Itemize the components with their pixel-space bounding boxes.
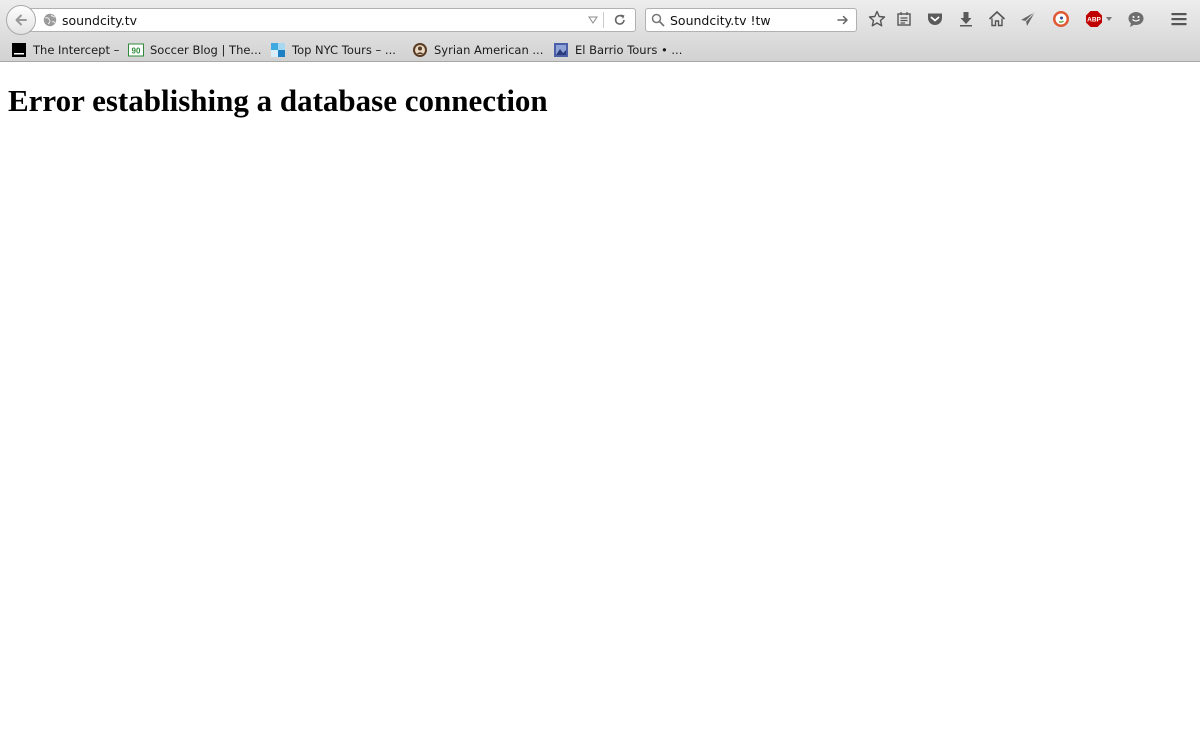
search-input[interactable]: Soundcity.tv !tw (670, 13, 771, 28)
duckduckgo-icon[interactable] (1052, 10, 1070, 28)
urlbar-separator (603, 12, 604, 28)
error-heading: Error establishing a database connection (8, 83, 548, 118)
hamburger-menu-icon[interactable] (1170, 10, 1188, 28)
search-go-arrow-icon[interactable] (836, 13, 850, 27)
adblock-plus-button[interactable]: ABP (1085, 10, 1115, 28)
bookmark-soccer-blog[interactable]: 90 Soccer Blog | The... (128, 41, 261, 59)
svg-text:90: 90 (132, 47, 141, 56)
bookmark-label: Syrian American ... (434, 43, 544, 57)
bookmark-label: El Barrio Tours • ... (575, 43, 683, 57)
bookmark-label: Top NYC Tours – ... (292, 43, 396, 57)
url-bar[interactable]: soundcity.tv (28, 8, 636, 32)
page-content: Error establishing a database connection (0, 63, 1200, 742)
abp-label: ABP (1087, 17, 1101, 24)
reading-list-icon[interactable] (895, 10, 913, 28)
reload-icon[interactable] (612, 12, 628, 28)
back-arrow-icon (15, 14, 27, 26)
bookmark-label: Soccer Blog | The... (150, 43, 262, 57)
nyc-favicon-icon (271, 43, 285, 57)
bookmark-el-barrio-tours[interactable]: El Barrio Tours • ... (553, 41, 682, 59)
search-icon (651, 13, 665, 27)
home-icon[interactable] (988, 10, 1006, 28)
intercept-favicon-icon (12, 43, 26, 57)
el-barrio-favicon-icon (554, 43, 568, 57)
search-bar[interactable]: Soundcity.tv !tw (645, 8, 857, 32)
url-text[interactable]: soundcity.tv (62, 13, 137, 28)
bookmark-top-nyc-tours[interactable]: Top NYC Tours – ... (270, 41, 396, 59)
navigation-toolbar: soundcity.tv Soundcity.tv !tw ABP (0, 0, 1200, 38)
pocket-icon[interactable] (926, 10, 944, 28)
back-button[interactable] (6, 5, 36, 35)
download-icon[interactable] (957, 10, 975, 28)
globe-icon (43, 13, 57, 27)
bookmark-the-intercept[interactable]: The Intercept – (11, 41, 119, 59)
bookmark-syrian-american[interactable]: Syrian American ... (412, 41, 543, 59)
url-history-dropdown-icon[interactable] (588, 15, 598, 25)
soccer-blog-favicon-icon: 90 (128, 43, 144, 57)
syrian-american-favicon-icon (413, 43, 427, 57)
bookmarks-toolbar: The Intercept – 90 Soccer Blog | The... … (0, 38, 1200, 62)
send-arrow-icon[interactable] (1019, 10, 1037, 28)
bookmark-star-icon[interactable] (868, 10, 886, 28)
bookmark-label: The Intercept – (33, 43, 120, 57)
chat-smiley-icon[interactable] (1127, 10, 1145, 28)
